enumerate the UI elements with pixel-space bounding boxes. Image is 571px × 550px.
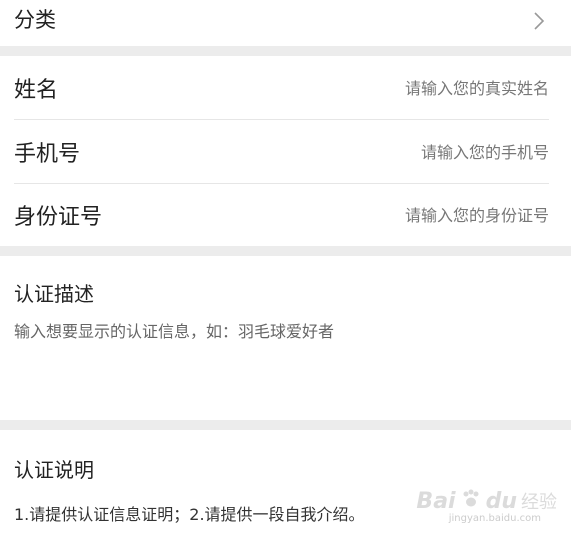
section-gap [0, 420, 571, 430]
description-title: 认证描述 [14, 282, 94, 306]
phone-label: 手机号 [14, 142, 81, 167]
instructions-title: 认证说明 [14, 458, 94, 482]
phone-row: 手机号 [0, 120, 571, 184]
baidu-watermark: Bai du 经验 [416, 488, 557, 514]
name-row: 姓名 [0, 56, 571, 120]
id-number-input[interactable] [289, 205, 549, 225]
name-label: 姓名 [14, 78, 59, 103]
category-section: 分类 [0, 0, 571, 46]
section-gap [0, 46, 571, 56]
watermark-url: jingyan.baidu.com [448, 513, 541, 524]
section-gap [0, 246, 571, 256]
id-number-row: 身份证号 [0, 184, 571, 246]
personal-info-form: 姓名 手机号 身份证号 [0, 56, 571, 246]
watermark-brand: Bai [416, 488, 456, 514]
paw-icon [460, 488, 482, 514]
name-input[interactable] [289, 78, 549, 98]
description-textarea[interactable] [14, 321, 554, 413]
watermark-cn: 经验 [521, 492, 557, 513]
category-row[interactable]: 分类 [0, 0, 571, 46]
chevron-right-icon [529, 11, 549, 31]
phone-input[interactable] [289, 142, 549, 162]
description-section: 认证描述 [0, 256, 571, 420]
category-label: 分类 [14, 8, 56, 32]
watermark-brand-suffix: du [485, 488, 517, 514]
id-number-label: 身份证号 [14, 205, 103, 230]
